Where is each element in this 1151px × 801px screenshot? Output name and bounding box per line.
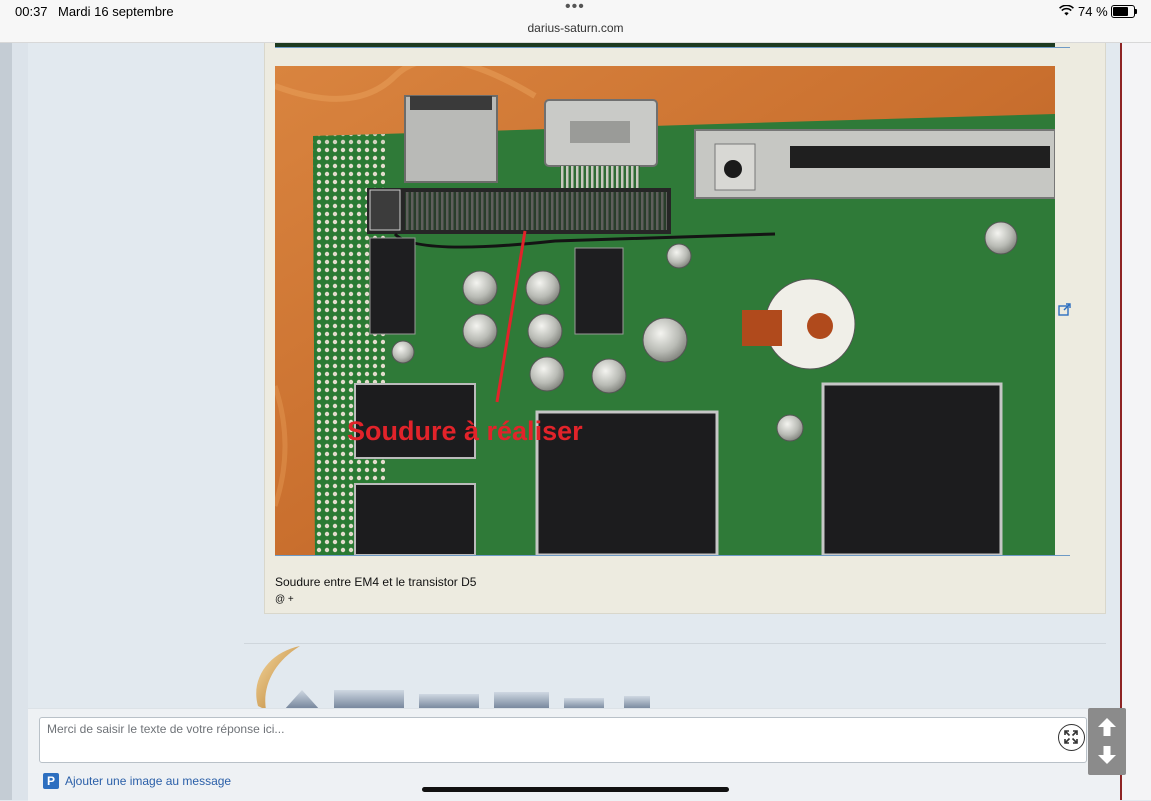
add-image-label[interactable]: Ajouter une image au message — [65, 774, 231, 788]
ios-status-bar: 00:37 Mardi 16 septembre ••• darius-satu… — [0, 0, 1151, 43]
signature-banner-logo — [256, 646, 650, 710]
post-meta[interactable]: @ + — [275, 594, 294, 605]
page-right-margin — [1122, 42, 1151, 800]
postimage-icon: P — [43, 773, 59, 789]
previous-image-underline — [275, 47, 1070, 48]
external-link-icon[interactable] — [1058, 303, 1071, 316]
scroll-up-arrow-icon[interactable] — [1097, 717, 1117, 737]
status-date: Mardi 16 septembre — [58, 4, 174, 19]
reply-textarea[interactable] — [39, 717, 1087, 763]
image-caption: Soudure entre EM4 et le transistor D5 — [275, 575, 477, 589]
scroll-down-arrow-icon[interactable] — [1097, 745, 1117, 765]
expand-icon — [1064, 730, 1078, 744]
image-overlay-text: Soudure à réaliser — [347, 416, 583, 446]
multitasking-dots[interactable]: ••• — [565, 0, 585, 16]
status-time: 00:37 — [15, 4, 48, 19]
battery-icon — [1111, 5, 1137, 18]
home-indicator[interactable] — [422, 787, 729, 792]
page-left-column — [12, 42, 28, 800]
image-underline — [275, 555, 1070, 556]
address-url[interactable]: darius-saturn.com — [0, 21, 1151, 35]
page-left-edge — [0, 42, 12, 800]
scroll-nav-buttons — [1088, 708, 1126, 775]
expand-editor-button[interactable] — [1058, 724, 1085, 751]
wifi-icon — [1059, 5, 1074, 16]
battery-percentage: 74 % — [1078, 4, 1108, 19]
post-image-circuit-board[interactable]: Soudure à réaliser — [275, 66, 1055, 555]
